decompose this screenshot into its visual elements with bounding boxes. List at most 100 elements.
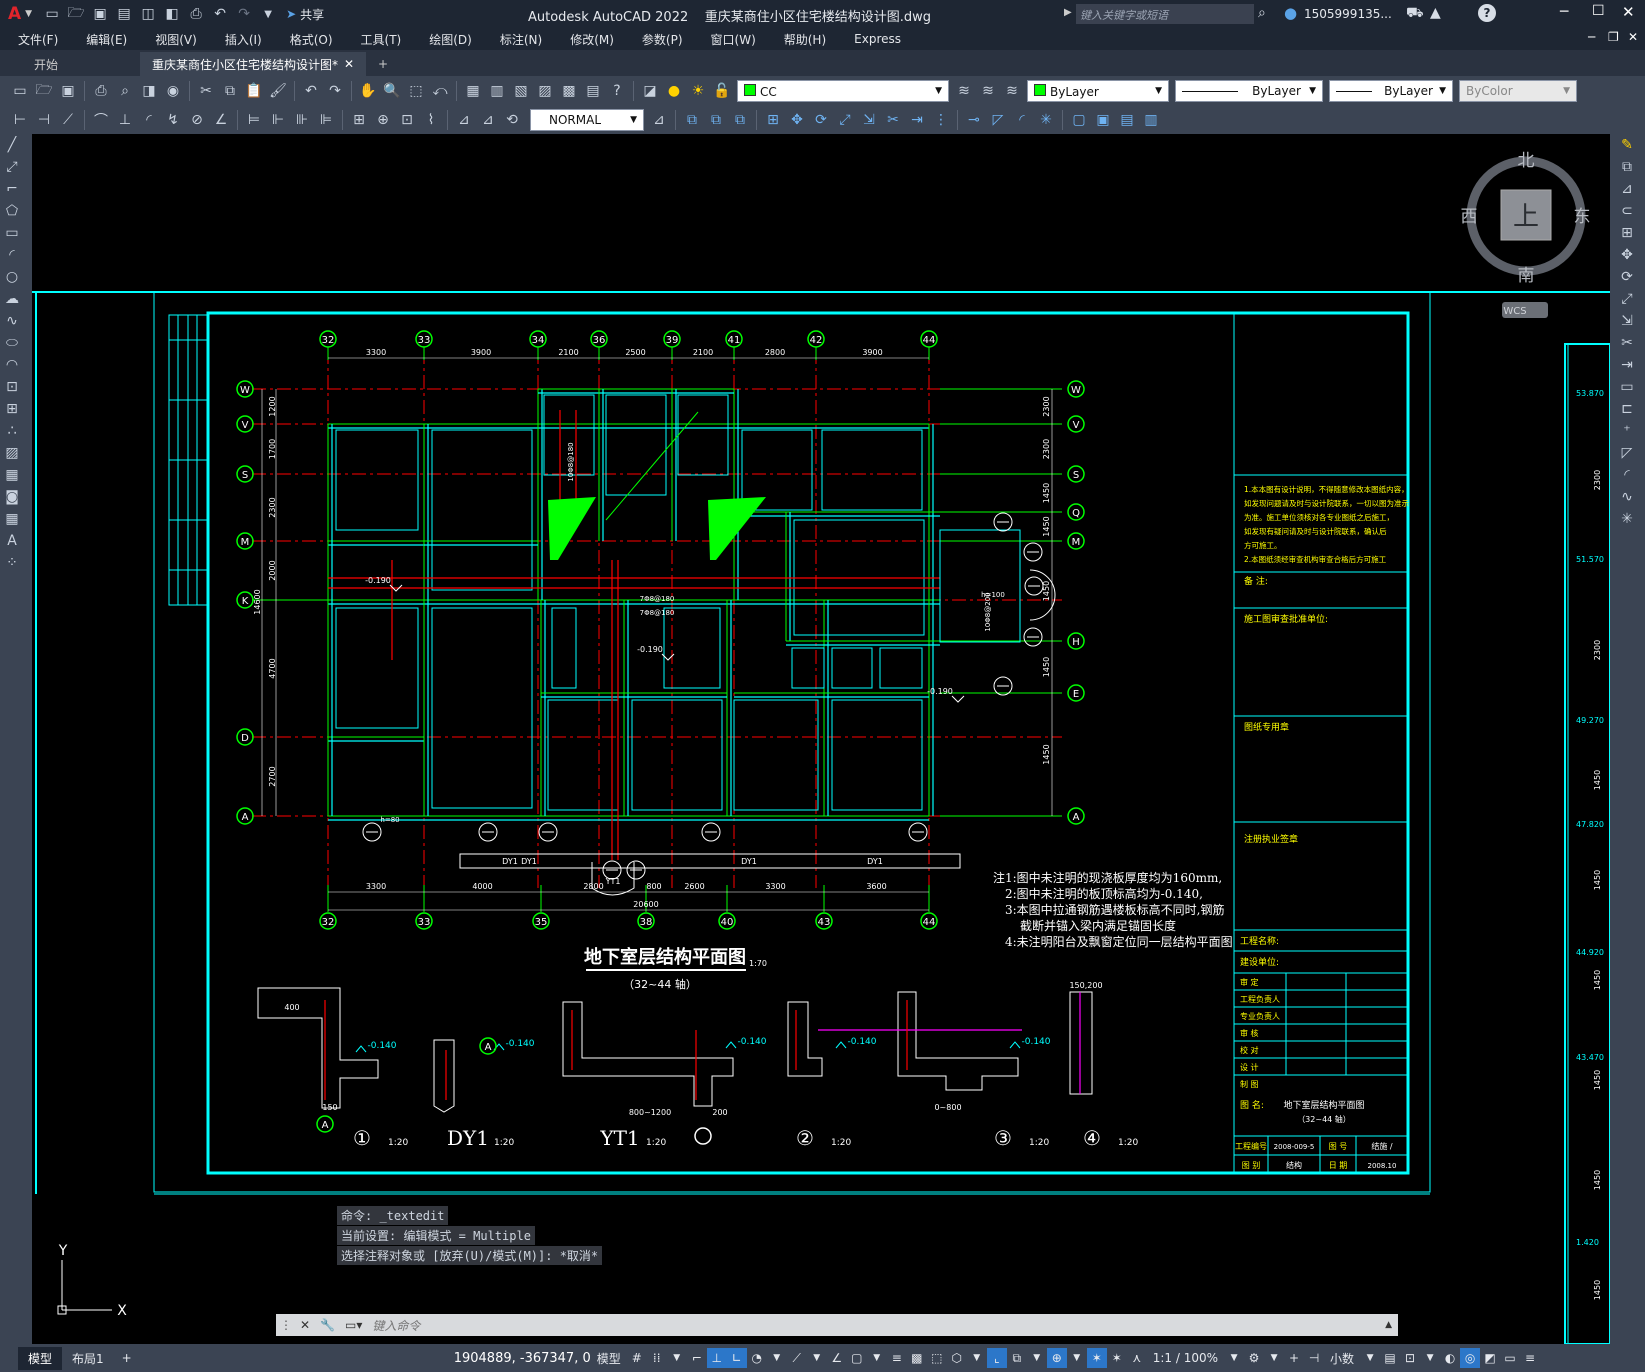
trim-icon[interactable]: ✂ [1615,332,1639,354]
user-icon[interactable]: ● [1284,4,1297,22]
chevron-down-icon[interactable]: ▼ [767,1348,787,1368]
mirror-icon[interactable]: ⧉ [706,110,726,130]
annotation-visibility-icon[interactable]: ✶ [1086,1348,1107,1368]
sheet-set-icon[interactable]: ▨ [535,81,555,101]
plot-icon[interactable]: ⎙ [91,81,111,101]
properties-icon[interactable]: ▦ [463,81,483,101]
3d-osnap-icon[interactable]: ⬡ [947,1348,967,1368]
rectangle-icon[interactable]: ▭ [0,222,24,244]
inspect-icon[interactable]: ⊡ [397,110,417,130]
menu-view[interactable]: 视图(V) [155,31,197,48]
menu-edit[interactable]: 编辑(E) [86,31,127,48]
break-at-point-icon[interactable]: ⋮ [931,110,951,130]
menu-help[interactable]: 帮助(H) [784,31,826,48]
menu-modify[interactable]: 修改(M) [570,31,614,48]
rotate-icon[interactable]: ⟳ [1615,266,1639,288]
doc-restore-button[interactable]: ❐ [1608,30,1619,44]
jogged-linear-icon[interactable]: ⌇ [421,110,441,130]
menu-parametric[interactable]: 参数(P) [642,31,683,48]
drawing-svg[interactable]: 32 33 34 36 39 41 42 44 3300 3900 2100 2500 2100 2800… [32,134,1610,1344]
copy-icon[interactable]: ⧉ [220,81,240,101]
save-as-icon[interactable]: ▤ [114,4,134,24]
coordinates-readout[interactable]: 1904889, -367347, 0 [454,1351,591,1366]
save-icon[interactable]: ▣ [90,4,110,24]
units-display[interactable]: 小数 [1330,1350,1354,1367]
calculator-icon[interactable]: ▤ [583,81,603,101]
erase-icon[interactable]: ✎ [1615,134,1639,156]
command-prompt-icon[interactable]: ▭▾ [345,1318,362,1332]
polar-icon[interactable]: ◔ [747,1348,767,1368]
tolerance-icon[interactable]: ⊞ [349,110,369,130]
chevron-down-icon[interactable]: ▼ [1420,1348,1440,1368]
arc-icon[interactable]: ◜ [0,244,24,266]
layer-dropdown[interactable]: CC ▼ [737,80,949,102]
open-folder-icon[interactable]: 🗁 [66,4,86,24]
doc-minimize-button[interactable]: ─ [1588,30,1595,44]
chevron-down-icon[interactable]: ▼ [807,1348,827,1368]
insert-icon[interactable]: ▤ [1117,110,1137,130]
chevron-down-icon[interactable]: ▼ [1027,1348,1047,1368]
lock-ui-icon[interactable]: ⊡ [1400,1348,1420,1368]
break-point-icon[interactable]: ▭ [1615,376,1639,398]
isolate-objects-icon[interactable]: ◐ [1440,1348,1460,1368]
chevron-down-icon[interactable]: ▼ [967,1348,987,1368]
jogged-icon[interactable]: ↯ [163,110,183,130]
drawing-canvas[interactable]: 32 33 34 36 39 41 42 44 3300 3900 2100 2500 2100 2800… [32,134,1610,1344]
grid-icon[interactable]: # [627,1348,647,1368]
share-icon[interactable]: ➤ [286,7,296,21]
design-center-icon[interactable]: ▥ [487,81,507,101]
fullscreen-icon[interactable]: ▭ [1500,1348,1520,1368]
aligned-dim-icon[interactable]: ⟋ [58,110,78,130]
lock-icon[interactable]: 🔓 [712,81,732,101]
ellipse-icon[interactable]: ⬭ [0,332,24,354]
linear-dim-icon[interactable]: ⊣ [34,110,54,130]
object-snap-icon[interactable]: ▢ [847,1348,867,1368]
chevron-up-icon[interactable]: ▲ [1385,1320,1392,1330]
quick-properties-icon[interactable]: ▤ [1380,1348,1400,1368]
transparency-icon[interactable]: ▩ [907,1348,927,1368]
isodraft-icon[interactable]: ⟋ [787,1348,807,1368]
ortho-icon[interactable]: ∟ [726,1348,747,1368]
save-icon[interactable]: ▣ [58,81,78,101]
insert-block-icon[interactable]: ⊡ [0,376,24,398]
plotstyle-dropdown[interactable]: ByColor ▼ [1459,80,1577,102]
layer-state-icon[interactable]: ≋ [1002,81,1022,101]
lineweight-icon[interactable]: ≡ [887,1348,907,1368]
markup-icon[interactable]: ▩ [559,81,579,101]
minimize-button[interactable]: ─ [1560,4,1568,20]
customization-icon[interactable]: ≡ [1520,1348,1540,1368]
layer-previous-icon[interactable]: ≋ [978,81,998,101]
fillet-icon[interactable]: ◜ [1012,110,1032,130]
fillet-icon[interactable]: ◜ [1615,464,1639,486]
scale-icon[interactable]: ⤢ [1615,288,1639,310]
selection-cycling-icon[interactable]: ⬚ [927,1348,947,1368]
viewcube-east[interactable]: 东 [1574,207,1591,227]
chevron-down-icon[interactable]: ▼ [1360,1348,1380,1368]
chevron-down-icon[interactable]: ▼ [1224,1348,1244,1368]
array-icon[interactable]: ⊞ [1615,222,1639,244]
color-dropdown[interactable]: ByLayer ▼ [1027,80,1169,102]
app-menu-button[interactable]: A [8,4,21,24]
zoom-realtime-icon[interactable]: 🔍 [382,81,402,101]
search-input[interactable]: 键入关键字或短语 [1076,4,1254,24]
rotate-icon[interactable]: ⟳ [811,110,831,130]
tab-model[interactable]: 模型 [18,1346,63,1370]
line-icon[interactable]: ╱ [0,134,24,156]
cut-icon[interactable]: ✂ [196,81,216,101]
maximize-button[interactable]: ☐ [1592,3,1605,19]
offset-icon[interactable]: ⧉ [730,110,750,130]
tab-drawing[interactable]: 重庆某商住小区住宅楼结构设计图* ✕ [140,52,366,76]
add-layout-button[interactable]: + [114,1348,140,1368]
break-icon[interactable]: ⊏ [1615,398,1639,420]
region-icon[interactable]: ▢ [1069,110,1089,130]
menu-window[interactable]: 窗口(W) [711,31,756,48]
continue-icon[interactable]: ⊩ [268,110,288,130]
quick-dim-icon[interactable]: ⊢ [10,110,30,130]
publish-icon[interactable]: ◨ [139,81,159,101]
tool-palettes-icon[interactable]: ▧ [511,81,531,101]
doc-close-button[interactable]: ✕ [1628,30,1638,44]
redo-icon[interactable]: ↷ [234,4,254,24]
ordinate-icon[interactable]: ⊥ [115,110,135,130]
model-space-button[interactable]: 模型 [597,1350,621,1367]
expand-arrow-icon[interactable]: ▶ [1064,7,1072,18]
